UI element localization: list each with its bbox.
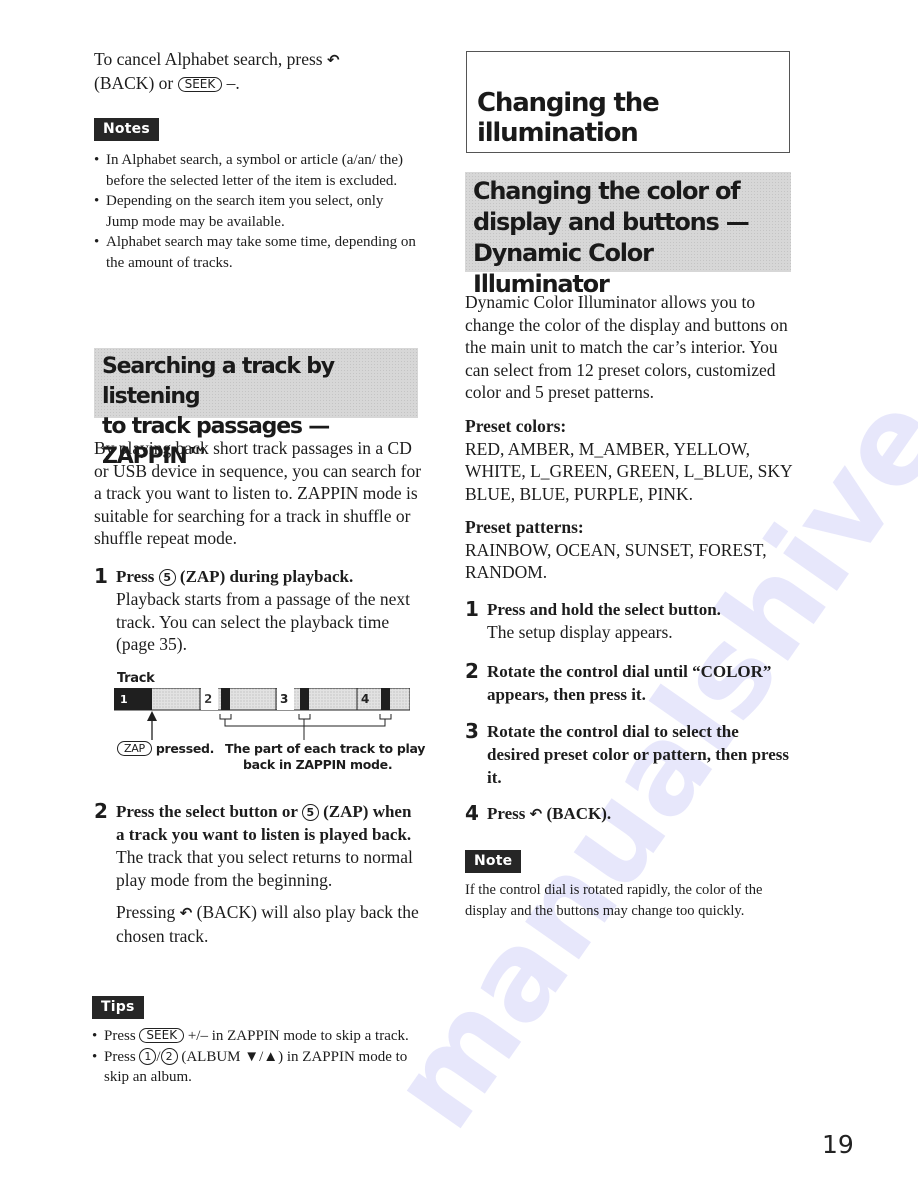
tips-label: Tips	[92, 996, 144, 1019]
track-4-number: 4	[361, 692, 369, 706]
bracket-3	[298, 714, 311, 720]
preset-patterns-label: Preset patterns:	[465, 517, 584, 537]
section-title-box: Changing the illumination	[466, 51, 790, 153]
tip-item: Press SEEK +/– in ZAPPIN mode to skip a …	[92, 1026, 422, 1047]
notes-label: Notes	[94, 118, 159, 141]
step-title: Rotate the control dial until “COLOR” ap…	[487, 662, 772, 704]
note-label: Note	[465, 850, 522, 873]
notes-section: Notes	[94, 118, 159, 141]
track-2-passage	[221, 688, 230, 710]
zappin-step-2: 2 Press the select button or 5 (ZAP) whe…	[94, 800, 424, 947]
color-step-4: 4 Press ↶ (BACK).	[465, 802, 795, 826]
zappin-heading-line1: Searching a track by listening	[102, 354, 335, 409]
bracket-connector	[224, 719, 386, 727]
track-1-number: 1	[120, 693, 128, 706]
color-step-3: 3 Rotate the control dial to select the …	[465, 720, 795, 789]
note-text: If the control dial is rotated rapidly, …	[465, 882, 763, 919]
back-icon: ↶	[529, 805, 543, 823]
bracket-2	[219, 714, 232, 720]
step-title: Press 5 (ZAP) during playback.	[116, 567, 354, 586]
bracket-4	[379, 714, 392, 720]
intro-text: To cancel Alphabet search, press	[94, 49, 323, 69]
step-number: 1	[94, 564, 108, 588]
track-4-passage	[381, 688, 390, 710]
back-icon: ↶	[179, 904, 193, 922]
preset-colors: Preset colors: RED, AMBER, M_AMBER, YELL…	[465, 415, 795, 505]
tips-list: Press SEEK +/– in ZAPPIN mode to skip a …	[92, 1026, 422, 1088]
zap-key-icon: ZAP	[117, 741, 152, 756]
step-number: 3	[465, 719, 479, 743]
zappin-heading: Searching a track by listening to track …	[94, 348, 418, 469]
note-item: In Alphabet search, a symbol or article …	[94, 150, 419, 191]
dynamic-color-heading: Changing the color of display and button…	[465, 172, 791, 298]
back-icon: ↶	[327, 51, 340, 69]
step-title: Rotate the control dial to select the de…	[487, 722, 790, 787]
section-title: Changing the illumination	[477, 88, 660, 148]
page-number: 19	[822, 1130, 854, 1159]
preset-patterns-values: RAINBOW, OCEAN, SUNSET, FOREST, RANDOM.	[465, 539, 767, 583]
step-number: 4	[465, 801, 479, 825]
track-2-number: 2	[204, 692, 212, 706]
color-step-2: 2 Rotate the control dial until “COLOR” …	[465, 660, 795, 706]
preset-colors-label: Preset colors:	[465, 416, 567, 436]
key-5-icon: 5	[301, 804, 319, 821]
seek-key-icon: SEEK	[139, 1028, 185, 1043]
step-title: Press the select button or 5 (ZAP) when …	[116, 802, 412, 844]
intro-back-text: (BACK) or	[94, 72, 174, 93]
preset-patterns: Preset patterns: RAINBOW, OCEAN, SUNSET,…	[465, 516, 795, 584]
key-2-icon: 2	[160, 1047, 178, 1065]
step-body: Playback starts from a passage of the ne…	[116, 589, 411, 654]
note-item: Depending on the search item you select,…	[94, 191, 419, 232]
step-number: 1	[465, 597, 479, 621]
intro-suffix: –.	[226, 72, 240, 93]
track-3-number: 3	[280, 692, 288, 706]
seek-key-icon: SEEK	[177, 76, 223, 92]
step-number: 2	[465, 659, 479, 683]
note-item: Alphabet search may take some time, depe…	[94, 232, 419, 273]
step-body-2: Pressing ↶ (BACK) will also play back th…	[116, 902, 419, 946]
step-body: The setup display appears.	[487, 622, 673, 642]
zappin-intro: By playing back short track passages in …	[94, 438, 422, 548]
tips-section: Tips	[92, 996, 144, 1019]
zap-pressed-caption: ZAP pressed.	[117, 741, 214, 757]
step-body: The track that you select returns to nor…	[116, 847, 413, 890]
alphabet-cancel-instruction: To cancel Alphabet search, press ↶ (BACK…	[94, 48, 424, 94]
track-diagram-label: Track	[117, 671, 155, 686]
zappin-step-1: 1 Press 5 (ZAP) during playback. Playbac…	[94, 565, 424, 656]
color-step-1: 1 Press and hold the select button. The …	[465, 598, 795, 644]
zappin-part-caption: The part of each track to play back in Z…	[225, 741, 426, 772]
key-5-icon: 5	[158, 569, 176, 586]
tip-item: Press 1/2 (ALBUM ▼/▲) in ZAPPIN mode to …	[92, 1047, 422, 1088]
preset-colors-values: RED, AMBER, M_AMBER, YELLOW, WHITE, L_GR…	[465, 438, 792, 504]
key-1-icon: 1	[139, 1047, 157, 1065]
note-section: Note	[465, 850, 522, 873]
dynamic-color-intro: Dynamic Color Illuminator allows you to …	[465, 292, 788, 402]
step-number: 2	[94, 799, 108, 823]
notes-list: In Alphabet search, a symbol or article …	[94, 150, 419, 273]
zap-arrow-head	[147, 711, 157, 721]
step-title: Press and hold the select button.	[487, 600, 721, 619]
step-title: Press ↶ (BACK).	[487, 802, 611, 826]
track-3-passage	[300, 688, 309, 710]
